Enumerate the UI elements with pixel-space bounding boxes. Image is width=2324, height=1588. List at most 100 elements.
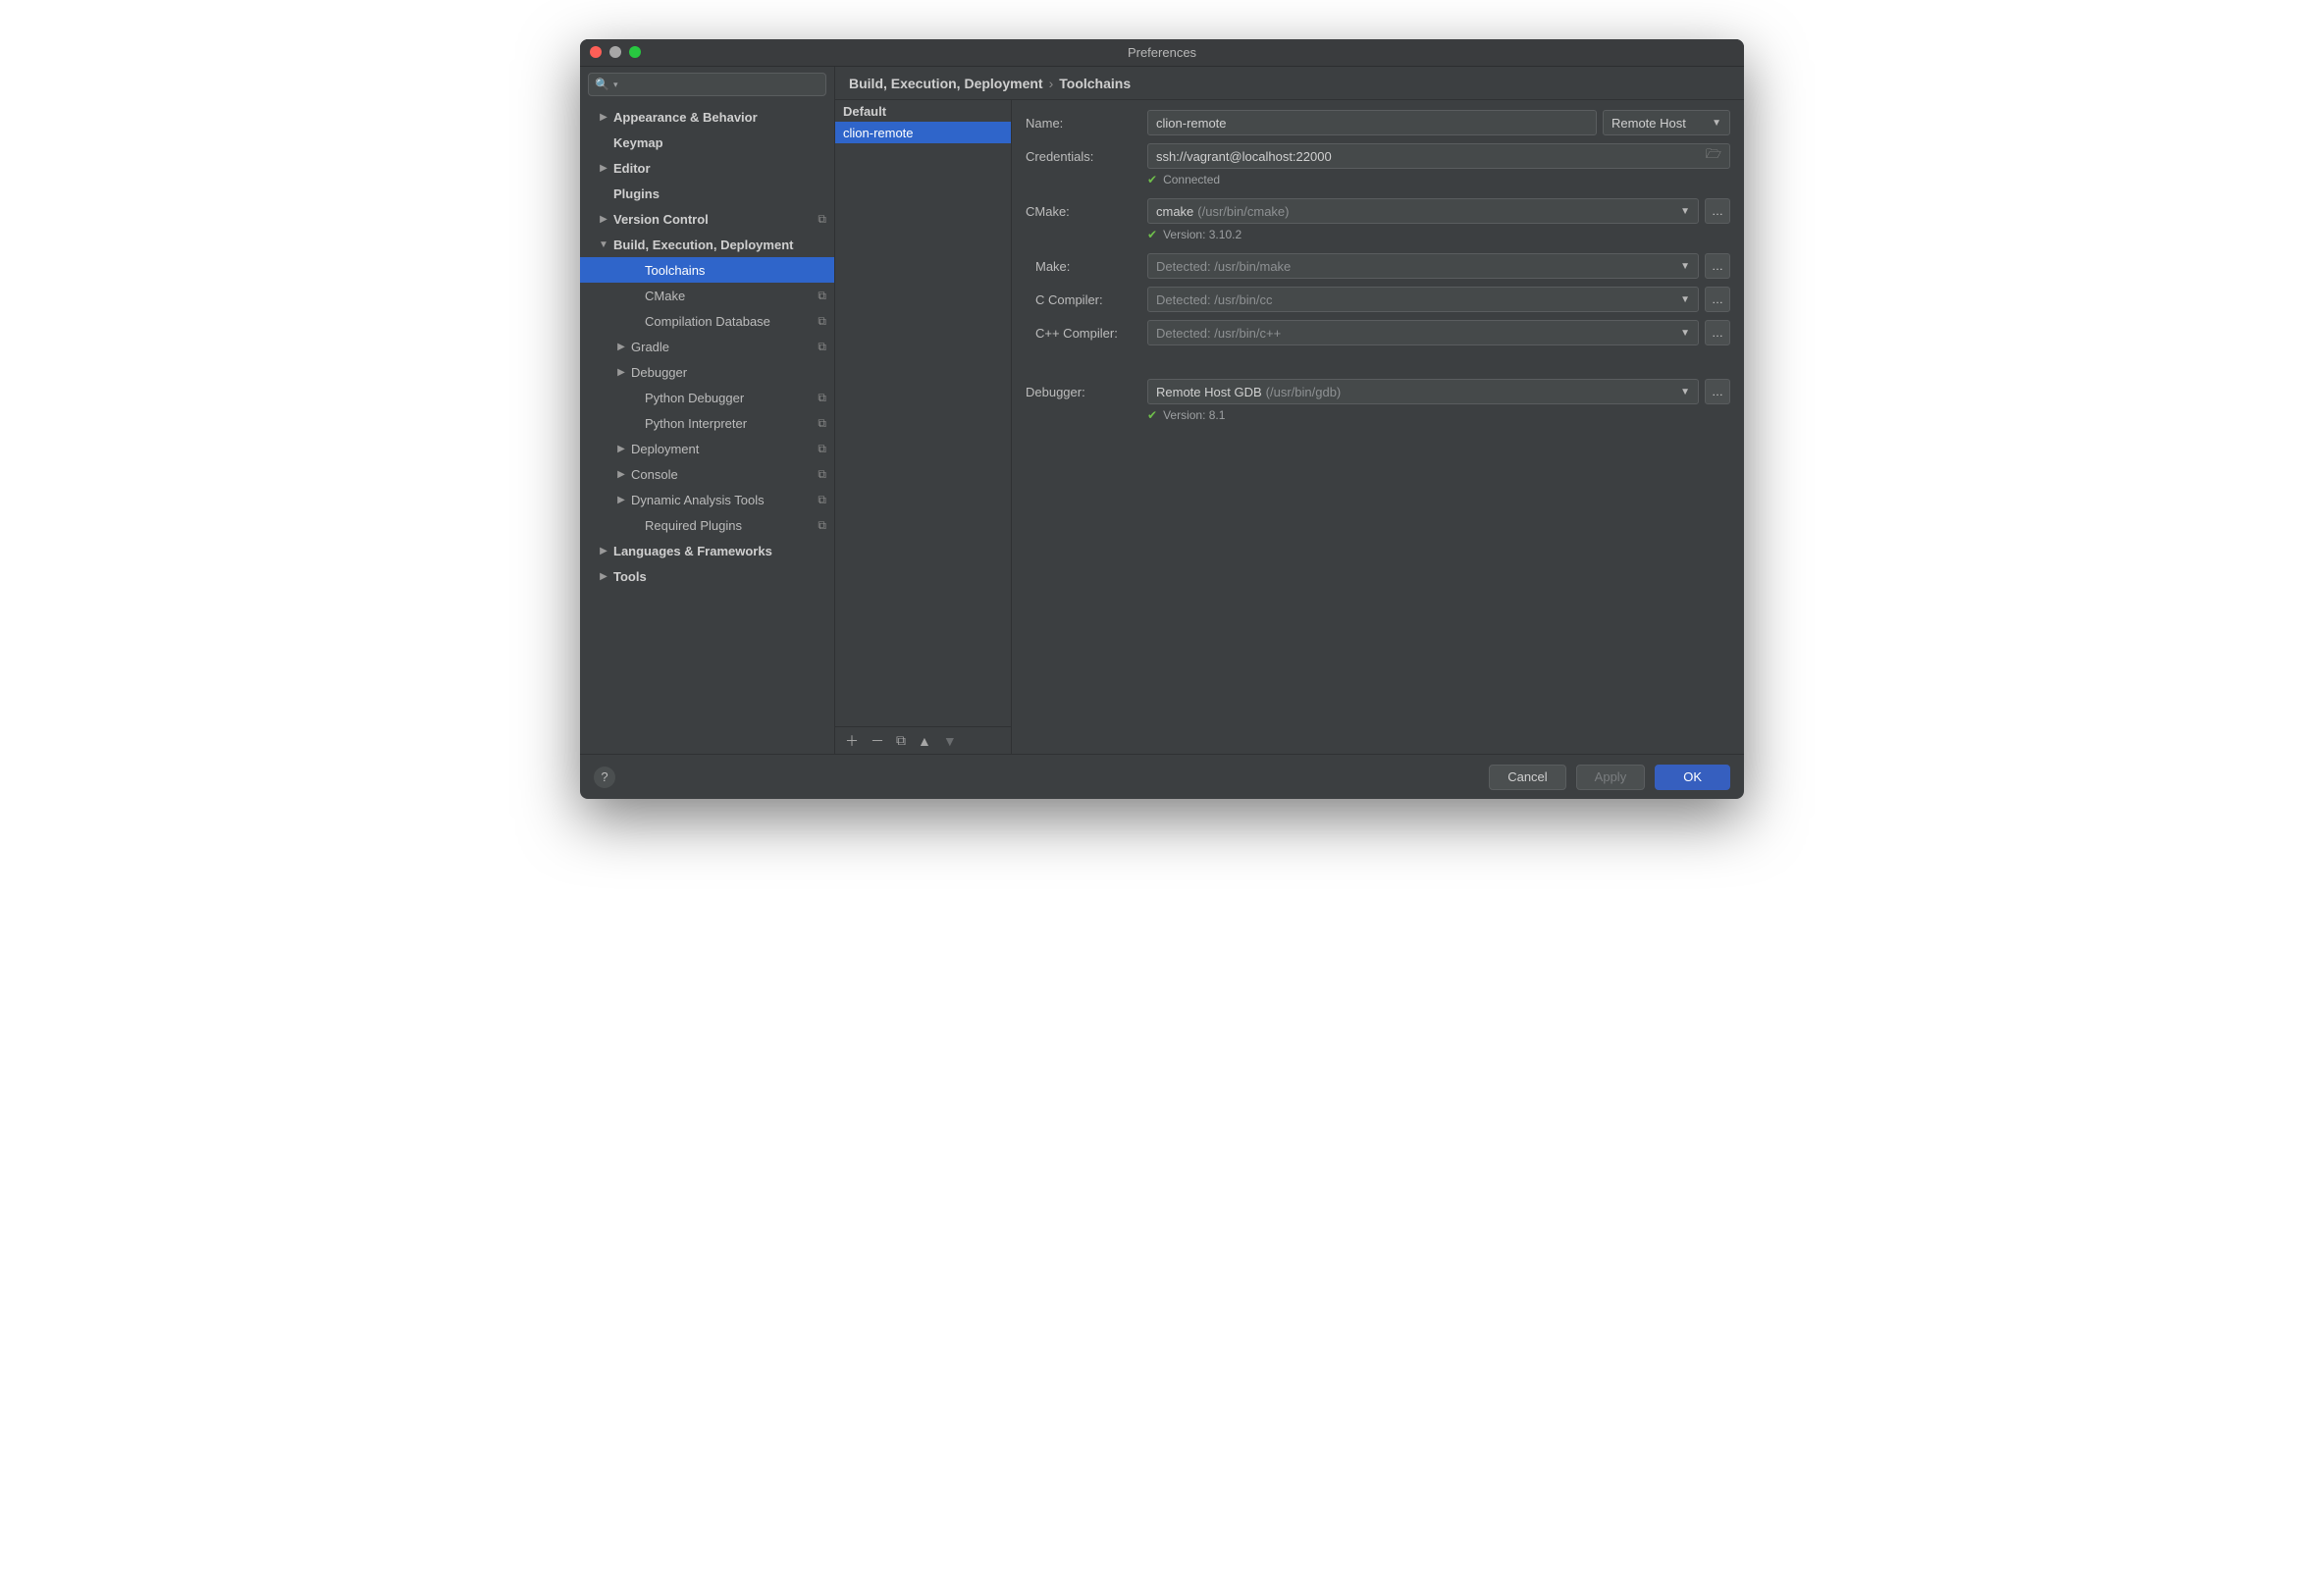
tree-item-label: Editor (613, 161, 826, 176)
search-caret-icon: ▾ (613, 79, 618, 90)
chevron-right-icon: ▶ (611, 342, 631, 352)
tree-item[interactable]: ▶Gradle⧉ (580, 334, 834, 359)
make-browse-button[interactable]: … (1705, 253, 1730, 279)
tree-item[interactable]: Python Debugger⧉ (580, 385, 834, 410)
cc-browse-button[interactable]: … (1705, 287, 1730, 312)
add-icon[interactable]: ＋ (845, 731, 859, 751)
chevron-down-icon: ▼ (1680, 206, 1690, 217)
tree-item[interactable]: Plugins (580, 181, 834, 206)
ok-button[interactable]: OK (1655, 765, 1730, 790)
debugger-select[interactable]: Remote Host GDB (/usr/bin/gdb) ▼ (1147, 379, 1699, 404)
breadcrumb-part: Toolchains (1059, 76, 1131, 91)
copy-icon[interactable]: ⧉ (896, 732, 906, 749)
tree-item-label: Version Control (613, 212, 818, 227)
minimize-icon[interactable] (609, 46, 621, 58)
project-scope-icon: ⧉ (818, 212, 826, 227)
tree-item-label: Required Plugins (645, 518, 818, 533)
cmake-select[interactable]: cmake (/usr/bin/cmake) ▼ (1147, 198, 1699, 224)
credentials-label: Credentials: (1026, 149, 1136, 164)
make-select[interactable]: Detected: /usr/bin/make ▼ (1147, 253, 1699, 279)
chevron-down-icon: ▼ (594, 239, 613, 250)
project-scope-icon: ⧉ (818, 518, 826, 533)
chevron-down-icon: ▼ (1680, 387, 1690, 397)
chevron-right-icon: ▶ (611, 495, 631, 505)
cancel-button[interactable]: Cancel (1489, 765, 1565, 790)
search-icon: 🔍 (595, 78, 609, 91)
tree-item-label: Languages & Frameworks (613, 544, 826, 558)
project-scope-icon: ⧉ (818, 416, 826, 431)
tree-item[interactable]: ▼Build, Execution, Deployment (580, 232, 834, 257)
project-scope-icon: ⧉ (818, 391, 826, 405)
tree-item-label: Build, Execution, Deployment (613, 238, 826, 252)
cxx-placeholder: Detected: /usr/bin/c++ (1156, 326, 1281, 341)
tree-item-label: Compilation Database (645, 314, 818, 329)
tree-item[interactable]: Compilation Database⧉ (580, 308, 834, 334)
dialog-footer: ? Cancel Apply OK (580, 754, 1744, 799)
cxx-browse-button[interactable]: … (1705, 320, 1730, 345)
check-icon: ✔ (1147, 228, 1157, 241)
tree-item-label: Appearance & Behavior (613, 110, 826, 125)
chevron-right-icon: ▶ (611, 367, 631, 378)
cmake-browse-button[interactable]: … (1705, 198, 1730, 224)
tree-item[interactable]: ▶Deployment⧉ (580, 436, 834, 461)
tree-item-label: Plugins (613, 186, 826, 201)
toolchain-type-value: Remote Host (1611, 116, 1686, 131)
tree-item[interactable]: ▶Appearance & Behavior (580, 104, 834, 130)
toolchain-type-select[interactable]: Remote Host ▼ (1603, 110, 1730, 135)
preferences-window: Preferences 🔍 ▾ ▶Appearance & BehaviorKe… (580, 39, 1744, 799)
tree-item[interactable]: ▶Console⧉ (580, 461, 834, 487)
tree-item[interactable]: Toolchains (580, 257, 834, 283)
chevron-right-icon: ▶ (611, 469, 631, 480)
chevron-down-icon: ▼ (1712, 118, 1721, 129)
move-up-icon[interactable]: ▲ (918, 733, 931, 749)
tree-item[interactable]: ▶Dynamic Analysis Tools⧉ (580, 487, 834, 512)
move-down-icon[interactable]: ▼ (943, 733, 957, 749)
cmake-value: cmake (1156, 204, 1193, 219)
toolchain-list: Defaultclion-remote ＋ － ⧉ ▲ ▼ (835, 100, 1012, 754)
zoom-icon[interactable] (629, 46, 641, 58)
help-button[interactable]: ? (594, 767, 615, 788)
search-input[interactable]: 🔍 ▾ (588, 73, 826, 96)
toolchain-list-item[interactable]: Default (835, 100, 1011, 122)
credentials-input[interactable]: ssh://vagrant@localhost:22000 🗁 (1147, 143, 1730, 169)
tree-item[interactable]: Required Plugins⧉ (580, 512, 834, 538)
chevron-down-icon: ▼ (1680, 328, 1690, 339)
chevron-down-icon: ▼ (1680, 261, 1690, 272)
debugger-path: (/usr/bin/gdb) (1266, 385, 1342, 399)
tree-item[interactable]: ▶Debugger (580, 359, 834, 385)
credentials-value: ssh://vagrant@localhost:22000 (1156, 149, 1332, 164)
tree-item-label: Python Debugger (645, 391, 818, 405)
toolchain-list-toolbar: ＋ － ⧉ ▲ ▼ (835, 726, 1011, 754)
chevron-right-icon: ▶ (594, 163, 613, 174)
cc-select[interactable]: Detected: /usr/bin/cc ▼ (1147, 287, 1699, 312)
tree-item[interactable]: ▶Editor (580, 155, 834, 181)
cxx-select[interactable]: Detected: /usr/bin/c++ ▼ (1147, 320, 1699, 345)
tree-item-label: CMake (645, 289, 818, 303)
apply-button[interactable]: Apply (1576, 765, 1646, 790)
project-scope-icon: ⧉ (818, 340, 826, 354)
tree-item-label: Debugger (631, 365, 826, 380)
tree-item-label: Gradle (631, 340, 818, 354)
name-input[interactable]: clion-remote (1147, 110, 1597, 135)
folder-icon[interactable]: 🗁 (1706, 145, 1721, 167)
breadcrumb: Build, Execution, Deployment › Toolchain… (835, 67, 1744, 100)
settings-sidebar: 🔍 ▾ ▶Appearance & BehaviorKeymap▶EditorP… (580, 67, 835, 754)
cmake-label: CMake: (1026, 204, 1136, 219)
debugger-browse-button[interactable]: … (1705, 379, 1730, 404)
tree-item[interactable]: ▶Tools (580, 563, 834, 589)
chevron-right-icon: ▶ (594, 546, 613, 556)
close-icon[interactable] (590, 46, 602, 58)
tree-item[interactable]: Python Interpreter⧉ (580, 410, 834, 436)
tree-item[interactable]: ▶Languages & Frameworks (580, 538, 834, 563)
tree-item-label: Dynamic Analysis Tools (631, 493, 818, 507)
toolchain-list-item[interactable]: clion-remote (835, 122, 1011, 143)
project-scope-icon: ⧉ (818, 442, 826, 456)
tree-item[interactable]: Keymap (580, 130, 834, 155)
chevron-right-icon: ▶ (594, 571, 613, 582)
remove-icon[interactable]: － (871, 731, 884, 751)
project-scope-icon: ⧉ (818, 314, 826, 329)
tree-item[interactable]: CMake⧉ (580, 283, 834, 308)
tree-item-label: Tools (613, 569, 826, 584)
tree-item[interactable]: ▶Version Control⧉ (580, 206, 834, 232)
project-scope-icon: ⧉ (818, 467, 826, 482)
